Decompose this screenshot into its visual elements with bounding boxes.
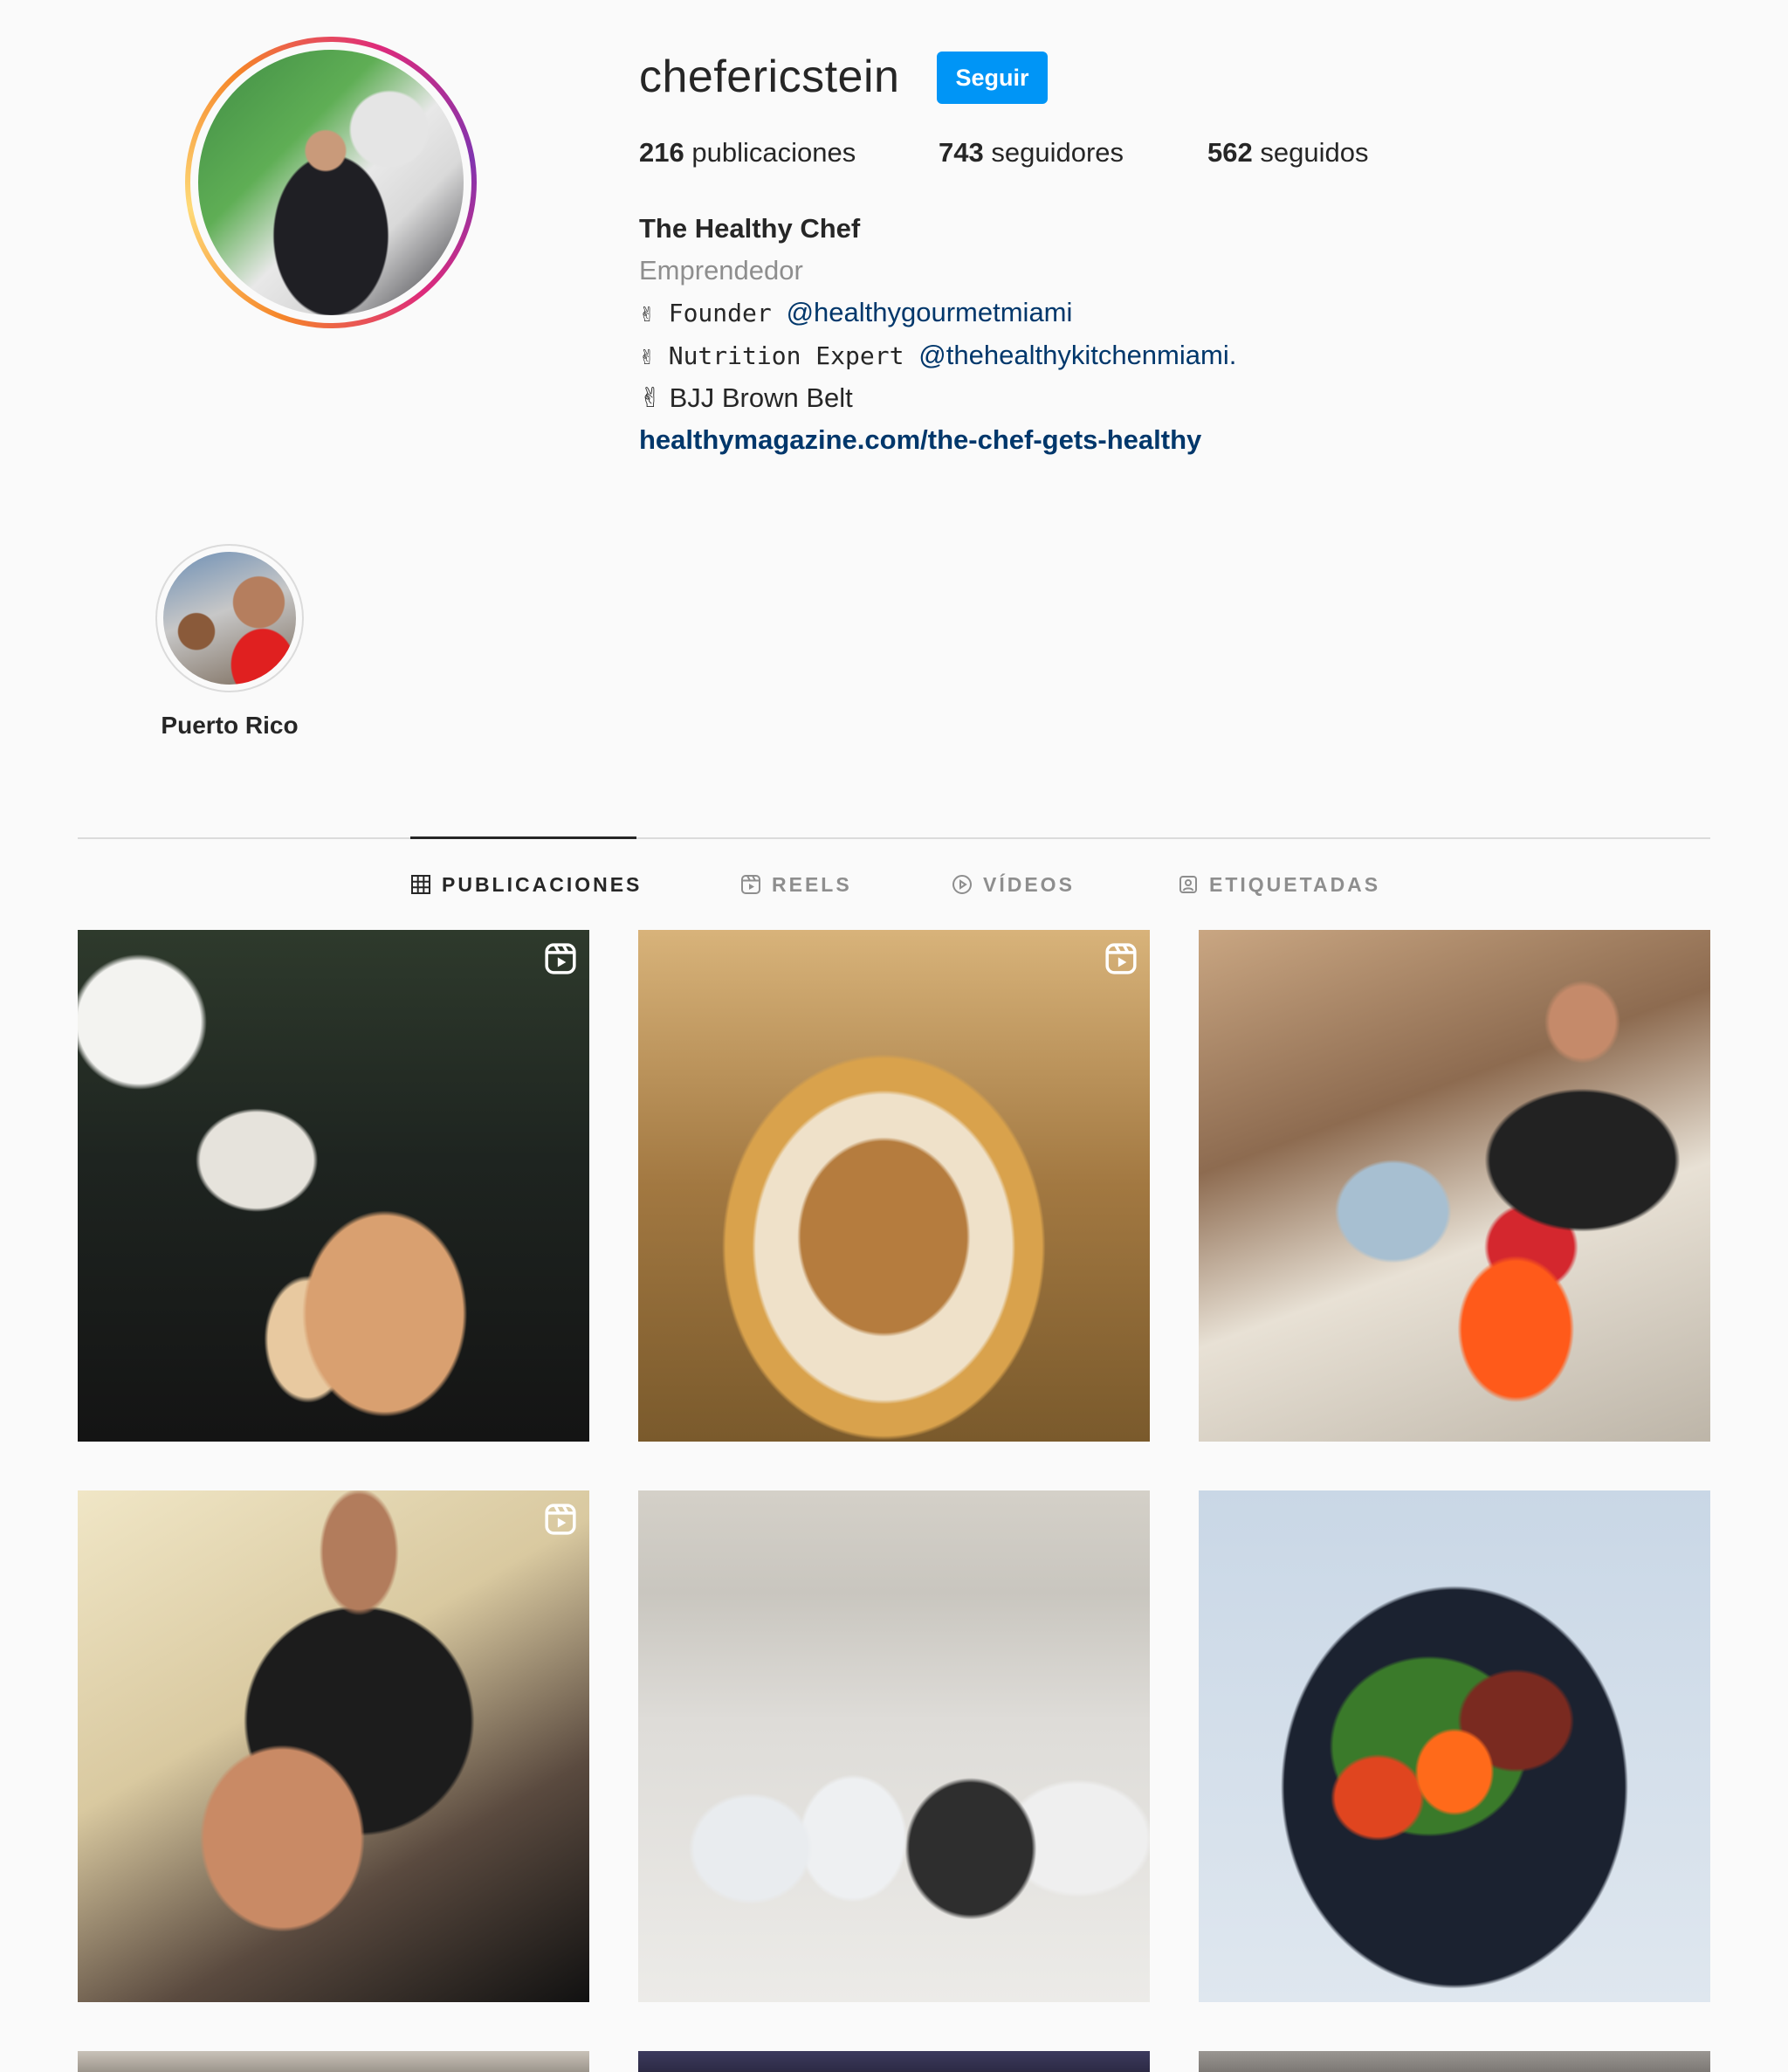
avatar-frame: [190, 42, 471, 323]
profile-username: chefericstein: [639, 52, 900, 102]
tab-label: VÍDEOS: [983, 872, 1075, 896]
profile-avatar[interactable]: [185, 37, 477, 328]
profile-bio: The Healthy Chef Emprendedor ✌ Founder @…: [639, 208, 1236, 461]
tab-videos[interactable]: VÍDEOS: [952, 871, 1075, 898]
highlight-cover: [163, 552, 296, 685]
highlight-label: Puerto Rico: [161, 712, 299, 739]
active-tab-indicator: [410, 836, 636, 839]
post-tile[interactable]: [638, 1490, 1150, 2002]
mention-thehealthykitchenmiami[interactable]: @thehealthykitchenmiami: [918, 340, 1228, 370]
post-tile[interactable]: [78, 2051, 589, 2072]
follow-button[interactable]: Seguir: [937, 52, 1048, 104]
following-label: seguidos: [1260, 137, 1369, 168]
bio-line-bjj: ✌ BJJ Brown Belt: [639, 382, 853, 413]
following-stat[interactable]: 562 seguidos: [1207, 137, 1368, 169]
reels-icon: [741, 875, 760, 894]
reel-icon: [545, 1504, 576, 1535]
followers-stat[interactable]: 743 seguidores: [939, 137, 1124, 169]
followers-count: 743: [939, 137, 984, 168]
post-tile[interactable]: [638, 930, 1150, 1442]
tagged-icon: [1179, 876, 1197, 893]
posts-label: publicaciones: [691, 137, 856, 168]
grid-icon: [411, 875, 430, 894]
post-tile[interactable]: [1199, 1490, 1710, 2002]
bio-nutrition-text: ✌ Nutrition Expert: [639, 341, 919, 370]
bio-website-link[interactable]: healthymagazine.com/the-chef-gets-health…: [639, 419, 1236, 461]
tab-etiquetadas[interactable]: ETIQUETADAS: [1178, 871, 1380, 898]
tab-publicaciones[interactable]: PUBLICACIONES: [410, 871, 642, 898]
tab-label: REELS: [772, 872, 852, 896]
followers-label: seguidores: [991, 137, 1124, 168]
bio-line-founder: ✌ Founder @healthygourmetmiami: [639, 292, 1236, 334]
highlight-puerto-rico[interactable]: [155, 544, 304, 692]
tabs-divider: [78, 837, 1710, 839]
post-tile[interactable]: [78, 1490, 589, 2002]
post-tile[interactable]: [1199, 2051, 1710, 2072]
tab-label: PUBLICACIONES: [442, 872, 643, 896]
bio-nutrition-suffix: .: [1228, 340, 1237, 370]
profile-display-name: The Healthy Chef: [639, 213, 861, 244]
following-count: 562: [1207, 137, 1253, 168]
mention-healthygourmetmiami[interactable]: @healthygourmetmiami: [787, 297, 1073, 327]
avatar-photo: [198, 50, 464, 315]
tab-label: ETIQUETADAS: [1209, 872, 1381, 896]
reel-icon: [545, 943, 576, 974]
reel-icon: [1105, 943, 1137, 974]
post-tile[interactable]: [1199, 930, 1710, 1442]
tab-reels[interactable]: REELS: [740, 871, 852, 898]
play-icon: [952, 875, 972, 894]
bio-line-nutrition: ✌ Nutrition Expert @thehealthykitchenmia…: [639, 334, 1236, 377]
post-tile[interactable]: [638, 2051, 1150, 2072]
bio-founder-text: ✌ Founder: [639, 299, 787, 327]
profile-page: chefericstein Seguir 216 publicaciones 7…: [0, 0, 1788, 2072]
post-tile[interactable]: [78, 930, 589, 1442]
posts-count-stat: 216 publicaciones: [639, 137, 856, 169]
posts-count: 216: [639, 137, 684, 168]
profile-category: Emprendedor: [639, 255, 803, 286]
